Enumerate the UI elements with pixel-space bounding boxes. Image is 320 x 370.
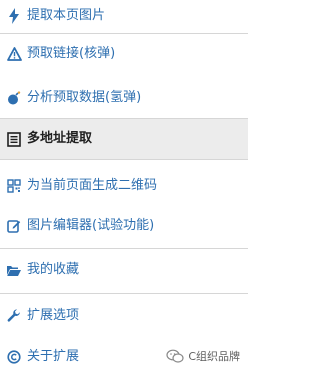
menu-item-prefetch-links[interactable]: 预取链接(核弹) xyxy=(0,44,248,64)
wrench-icon xyxy=(6,308,22,324)
menu-item-label: 预取链接(核弹) xyxy=(27,46,116,61)
menu-item-multi-url-extract[interactable]: 多地址提取 xyxy=(0,119,248,159)
menu-item-extension-options[interactable]: 扩展选项 xyxy=(0,306,248,326)
menu-item-label: 为当前页面生成二维码 xyxy=(27,178,158,193)
menu-item-my-favorites[interactable]: 我的收藏 xyxy=(0,260,248,280)
menu-item-extract-images[interactable]: 提取本页图片 xyxy=(0,6,248,26)
menu-item-analyze-prefetch[interactable]: 分析预取数据(氢弹) xyxy=(0,88,248,108)
menu-item-generate-qrcode[interactable]: 为当前页面生成二维码 xyxy=(0,176,248,196)
menu-item-label: 关于扩展 xyxy=(27,349,80,364)
menu-item-image-editor[interactable]: 图片编辑器(试验功能) xyxy=(0,216,248,236)
folder-open-icon xyxy=(6,262,22,278)
edit-icon xyxy=(6,218,22,234)
divider xyxy=(0,159,248,160)
context-menu: 提取本页图片 预取链接(核弹) 分析预取数据(氢弹) 多地址提取 为当前页面生成… xyxy=(0,0,248,370)
divider xyxy=(0,248,248,249)
copyright-icon xyxy=(6,349,22,365)
menu-item-label: 分析预取数据(氢弹) xyxy=(27,90,142,105)
menu-item-label: 提取本页图片 xyxy=(27,8,106,23)
divider xyxy=(0,33,248,34)
warning-icon xyxy=(6,46,22,62)
menu-item-label: 我的收藏 xyxy=(27,262,80,277)
watermark-text: C组织品牌 xyxy=(188,350,240,363)
qrcode-icon xyxy=(6,178,22,194)
menu-item-label: 多地址提取 xyxy=(27,131,93,146)
watermark: C组织品牌 xyxy=(166,348,240,364)
menu-item-label: 图片编辑器(试验功能) xyxy=(27,218,155,233)
wechat-icon xyxy=(166,349,184,363)
lightning-icon xyxy=(6,8,22,24)
menu-item-label: 扩展选项 xyxy=(27,308,80,323)
list-document-icon xyxy=(6,131,22,147)
divider xyxy=(0,293,248,294)
bomb-icon xyxy=(6,90,22,106)
